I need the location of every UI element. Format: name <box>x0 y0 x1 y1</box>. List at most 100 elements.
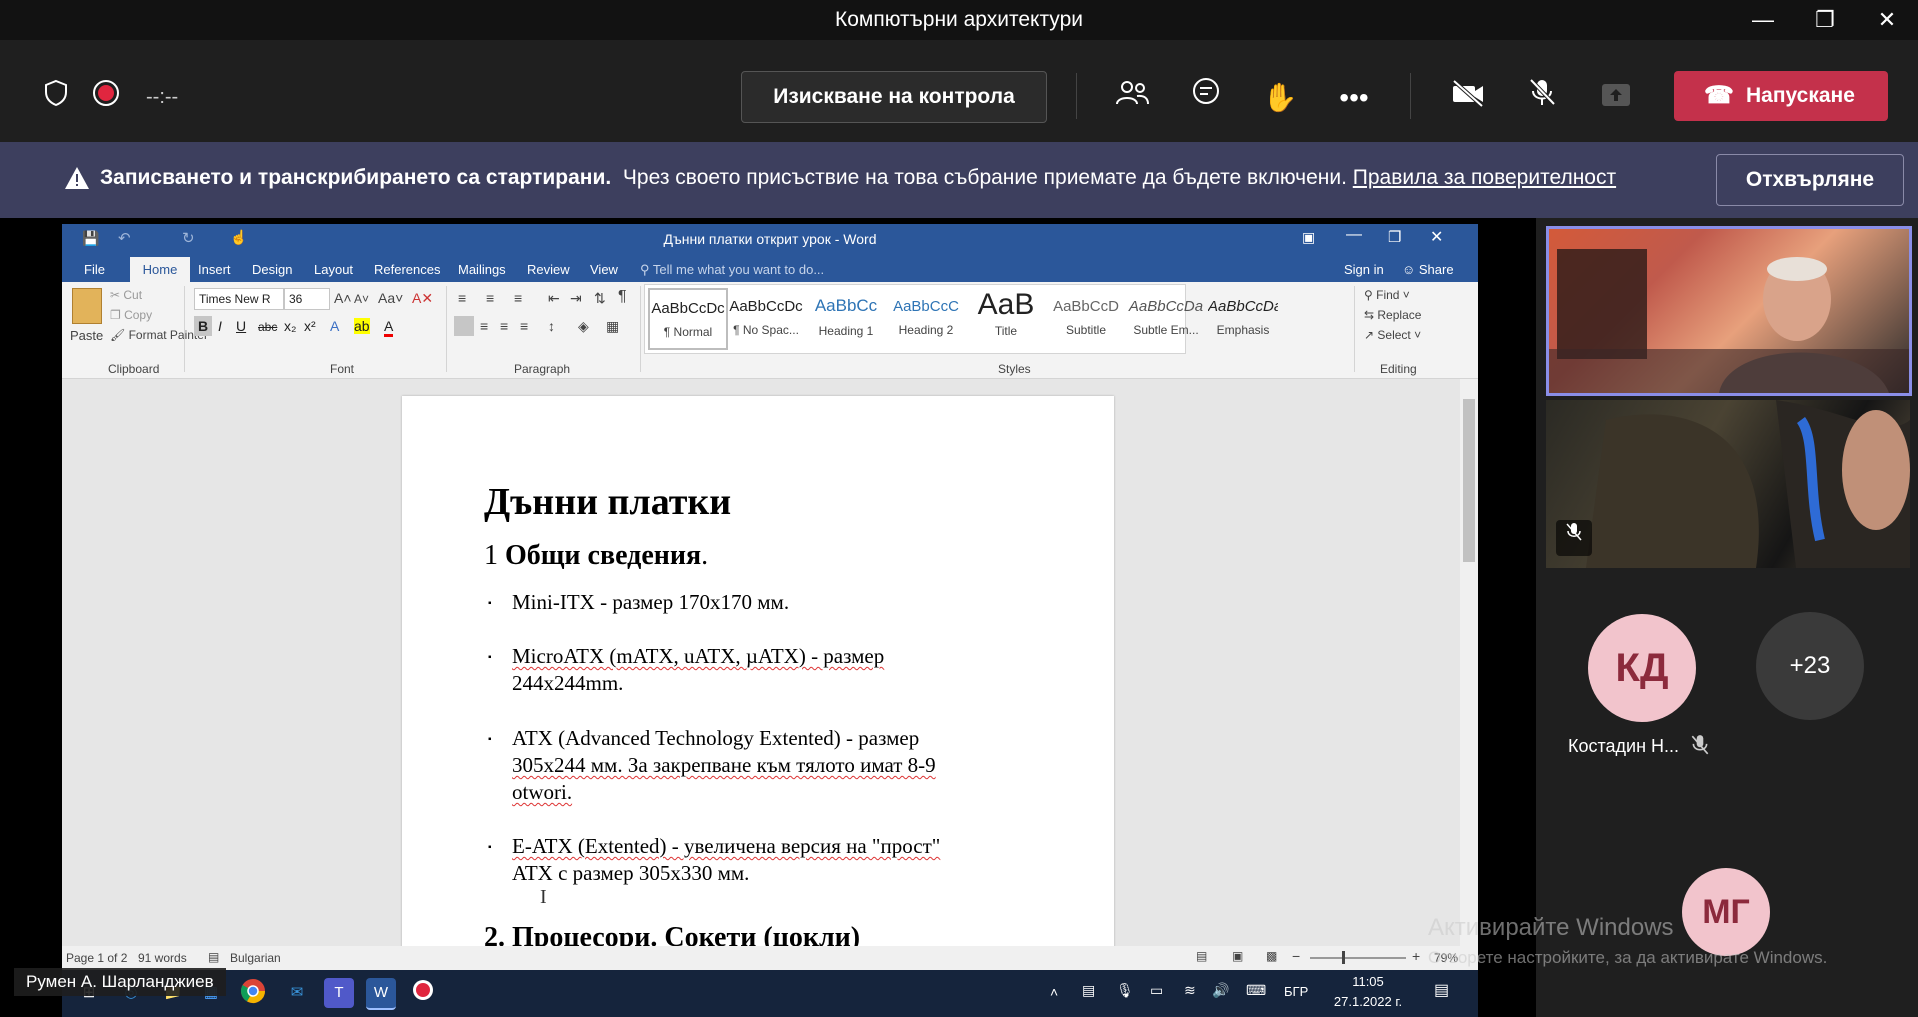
align-center-icon[interactable]: ≡ <box>480 318 488 334</box>
share-button[interactable]: ☺ Share <box>1402 262 1454 277</box>
justify-icon[interactable]: ≡ <box>520 318 528 334</box>
strikethrough-icon[interactable]: abc <box>258 320 277 334</box>
scrollbar-thumb[interactable] <box>1463 399 1475 562</box>
style-normal[interactable]: AaBbCcDc ¶ Normal <box>648 288 728 350</box>
align-right-icon[interactable]: ≡ <box>500 318 508 334</box>
document-page[interactable]: Дънни платки 1 Общи сведения. ▪ Mini-ITX… <box>402 396 1114 956</box>
tab-mailings[interactable]: Mailings <box>458 262 506 277</box>
more-icon[interactable]: ••• <box>1332 76 1376 120</box>
cut-button[interactable]: ✂ Cut <box>110 288 142 302</box>
superscript-icon[interactable]: x² <box>304 318 316 334</box>
web-layout-icon[interactable]: ▩ <box>1266 949 1277 963</box>
print-layout-icon[interactable]: ▣ <box>1232 949 1243 963</box>
decrease-indent-icon[interactable]: ⇤ <box>548 290 560 307</box>
tab-layout[interactable]: Layout <box>314 262 353 277</box>
word-taskbar-icon[interactable]: W <box>366 978 396 1010</box>
notifications-icon[interactable]: ▤ <box>1434 980 1449 1000</box>
word-count[interactable]: 91 words <box>138 951 187 965</box>
grow-font-icon[interactable]: A˄ <box>334 290 352 306</box>
style-subtitle[interactable]: AaBbCcD Subtitle <box>1048 288 1124 346</box>
raise-hand-icon[interactable]: ✋ <box>1258 76 1302 120</box>
font-color-icon[interactable]: A <box>384 318 394 337</box>
leave-button[interactable]: ☎ Напускане <box>1674 71 1888 121</box>
borders-icon[interactable]: ▦ <box>606 318 619 335</box>
copy-button[interactable]: ❐ Copy <box>110 308 152 322</box>
style-heading-1[interactable]: AaBbCc Heading 1 <box>808 288 884 346</box>
more-participants-button[interactable]: +23 <box>1756 612 1864 720</box>
decline-button[interactable]: Отхвърляне <box>1716 154 1904 206</box>
language-indicator[interactable]: Bulgarian <box>230 951 281 965</box>
tab-file[interactable]: File <box>84 262 105 277</box>
tray-icon[interactable]: ▤ <box>1082 982 1095 999</box>
chrome-icon[interactable] <box>238 978 268 1008</box>
multilevel-icon[interactable]: ≡ <box>514 290 522 306</box>
request-control-button[interactable]: Изискване на контрола <box>741 71 1047 123</box>
zoom-slider[interactable] <box>1310 957 1406 959</box>
wifi-icon[interactable]: ≋ <box>1184 982 1196 999</box>
page-count[interactable]: Page 1 of 2 <box>66 951 127 965</box>
tab-insert[interactable]: Insert <box>198 262 231 277</box>
participant-video-active[interactable] <box>1546 226 1912 396</box>
close-icon[interactable]: ✕ <box>1864 4 1910 36</box>
tab-view[interactable]: View <box>590 262 618 277</box>
battery-icon[interactable]: ▭ <box>1150 982 1163 999</box>
clear-format-icon[interactable]: A✕ <box>412 290 433 307</box>
sort-icon[interactable]: ⇅ <box>594 290 606 307</box>
align-left-icon[interactable] <box>454 316 474 336</box>
share-icon[interactable] <box>1594 76 1638 120</box>
volume-icon[interactable]: 🔊 <box>1212 982 1229 999</box>
tab-design[interactable]: Design <box>252 262 292 277</box>
highlight-icon[interactable]: ab <box>354 318 370 334</box>
people-icon[interactable] <box>1110 76 1154 120</box>
tab-review[interactable]: Review <box>527 262 570 277</box>
input-language[interactable]: БГР <box>1284 984 1308 999</box>
style-no-spacing[interactable]: AaBbCcDc ¶ No Spac... <box>728 288 804 346</box>
tell-me-box[interactable]: ⚲ Tell me what you want to do... <box>640 262 824 278</box>
replace-button[interactable]: ⇆ Replace <box>1364 308 1421 322</box>
restore-icon[interactable]: ❐ <box>1802 4 1848 36</box>
style-subtle-emphasis[interactable]: AaBbCcDa Subtle Em... <box>1128 288 1204 346</box>
show-marks-icon[interactable]: ¶ <box>618 288 627 306</box>
minimize-icon[interactable]: — <box>1740 4 1786 36</box>
paste-icon[interactable] <box>72 288 102 324</box>
chat-icon[interactable] <box>1184 76 1228 120</box>
keyboard-icon[interactable]: ⌨ <box>1246 982 1266 999</box>
clock-date[interactable]: 27.1.2022 г. <box>1324 994 1412 1009</box>
participant-avatar-mg[interactable]: МГ <box>1682 868 1770 956</box>
word-minimize-icon[interactable]: — <box>1346 226 1362 244</box>
privacy-link[interactable]: Правила за поверителност <box>1353 166 1616 189</box>
change-case-icon[interactable]: Aa˅ <box>378 290 403 306</box>
bullets-icon[interactable]: ≡ <box>458 290 466 306</box>
sign-in-link[interactable]: Sign in <box>1344 262 1384 277</box>
mail-icon[interactable]: ✉ <box>282 978 312 1008</box>
participant-avatar-kd[interactable]: КД <box>1588 614 1696 722</box>
italic-icon[interactable]: I <box>218 318 222 334</box>
zoom-out-icon[interactable]: − <box>1292 948 1300 964</box>
numbering-icon[interactable]: ≡ <box>486 290 494 306</box>
zoom-slider-handle[interactable] <box>1342 951 1345 964</box>
read-mode-icon[interactable]: ▤ <box>1196 949 1207 963</box>
camera-off-icon[interactable] <box>1446 76 1490 120</box>
shading-icon[interactable]: ◈ <box>578 318 589 335</box>
show-hidden-icons[interactable]: ˄ <box>1050 984 1058 1000</box>
participant-video[interactable] <box>1546 400 1910 568</box>
teams-icon[interactable]: T <box>324 978 354 1008</box>
paste-label[interactable]: Paste <box>70 328 103 343</box>
bold-icon[interactable]: B <box>194 316 212 336</box>
word-close-icon[interactable]: ✕ <box>1430 227 1443 247</box>
underline-icon[interactable]: U <box>236 318 246 334</box>
text-effects-icon[interactable]: A <box>330 318 339 334</box>
tab-home[interactable]: Home <box>130 257 190 282</box>
font-name-select[interactable]: Times New R <box>194 288 284 310</box>
word-restore-icon[interactable]: ❐ <box>1388 228 1401 246</box>
shrink-font-icon[interactable]: A˅ <box>354 292 369 306</box>
microphone-tray-icon[interactable]: 🎙 <box>1116 982 1134 999</box>
mic-off-icon[interactable] <box>1520 76 1564 120</box>
recorder-icon[interactable] <box>408 978 438 1008</box>
proofing-icon[interactable]: ▤ <box>208 950 219 964</box>
style-emphasis[interactable]: AaBbCcDa Emphasis <box>1208 288 1278 346</box>
find-button[interactable]: ⚲ Find ˅ <box>1364 288 1410 302</box>
font-size-select[interactable]: 36 <box>284 288 330 310</box>
style-heading-2[interactable]: AaBbCcC Heading 2 <box>888 288 964 346</box>
style-title[interactable]: AaB Title <box>968 288 1044 346</box>
